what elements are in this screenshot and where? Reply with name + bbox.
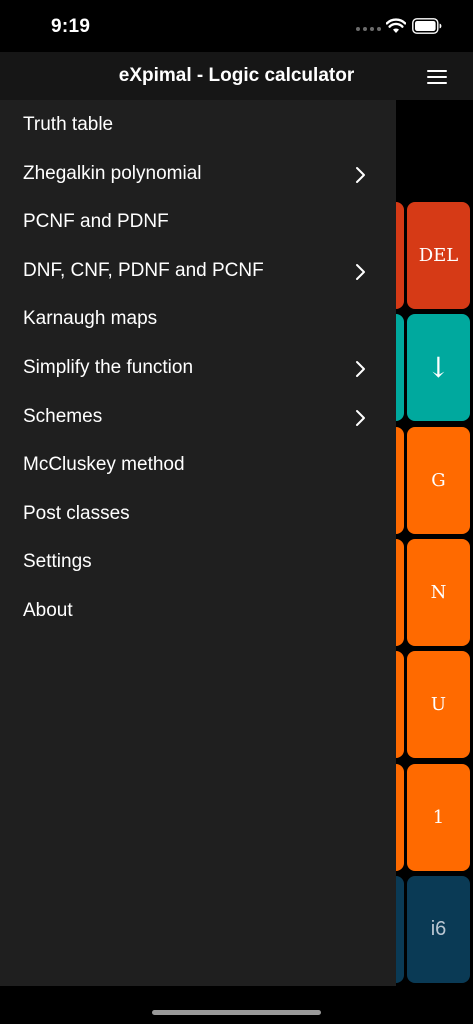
home-indicator[interactable]: [152, 1010, 321, 1015]
menu-item-pcnf-and-pdnf[interactable]: PCNF and PDNF: [0, 198, 396, 246]
hamburger-menu-icon[interactable]: [425, 68, 449, 86]
chevron-right-icon: [356, 409, 365, 426]
menu-item-label: About: [23, 600, 73, 621]
app-title: eXpimal - Logic calculator: [118, 65, 355, 86]
menu-item-post-classes[interactable]: Post classes: [0, 490, 396, 538]
menu-item-label: Truth table: [23, 114, 114, 135]
menu-item-label: Karnaugh maps: [23, 308, 158, 330]
keypad-key[interactable]: DEL: [407, 202, 470, 309]
keypad-key[interactable]: G: [407, 426, 470, 534]
menu-item-dnf-cnf-pdnf-and-pcnf[interactable]: DNF, CNF, PDNF and PCNF: [0, 247, 396, 295]
keypad-key[interactable]: N: [407, 538, 470, 646]
wifi-icon: [386, 18, 406, 33]
navigation-bar: eXpimal - Logic calculator: [0, 52, 473, 100]
menu-item-truth-table[interactable]: Truth table: [0, 101, 396, 149]
status-bar: 9:19: [0, 0, 473, 52]
chevron-right-icon: [356, 361, 365, 377]
menu-item-zhegalkin-polynomial[interactable]: Zhegalkin polynomial: [0, 150, 396, 198]
menu-item-label: DNF, CNF, PDNF and PCNF: [23, 259, 264, 281]
menu-item-label: McCluskey method: [23, 454, 185, 476]
battery-icon: [412, 18, 442, 34]
menu-item-label: PCNF and PDNF: [23, 211, 169, 233]
menu-item-schemes[interactable]: Schemes: [0, 393, 396, 441]
menu-item-mccluskey-method[interactable]: McCluskey method: [0, 441, 396, 489]
chevron-right-icon: [356, 166, 365, 183]
menu-item-settings[interactable]: Settings: [0, 538, 396, 586]
side-menu-drawer: Truth table Zhegalkin polynomial PCNF and …: [0, 100, 396, 986]
keypad-key[interactable]: 1: [407, 763, 470, 871]
menu-item-label: Schemes: [23, 405, 103, 427]
keypad-key[interactable]: ↓: [407, 314, 470, 422]
menu-item-label: Zhegalkin polynomial: [23, 162, 202, 184]
cellular-signal-icon: [356, 27, 382, 33]
menu-item-simplify-the-function[interactable]: Simplify the function: [0, 344, 396, 392]
status-time: 9:19: [51, 16, 91, 37]
menu-item-label: Simplify the function: [23, 357, 194, 378]
keypad-key[interactable]: i6: [407, 875, 470, 983]
keypad-key[interactable]: U: [407, 651, 470, 759]
menu-item-label: Settings: [23, 551, 92, 573]
menu-item-karnaugh-maps[interactable]: Karnaugh maps: [0, 295, 396, 343]
menu-item-about[interactable]: About: [0, 587, 396, 635]
menu-item-label: Post classes: [23, 502, 130, 524]
home-indicator-area: [0, 986, 473, 1024]
chevron-right-icon: [356, 263, 365, 280]
